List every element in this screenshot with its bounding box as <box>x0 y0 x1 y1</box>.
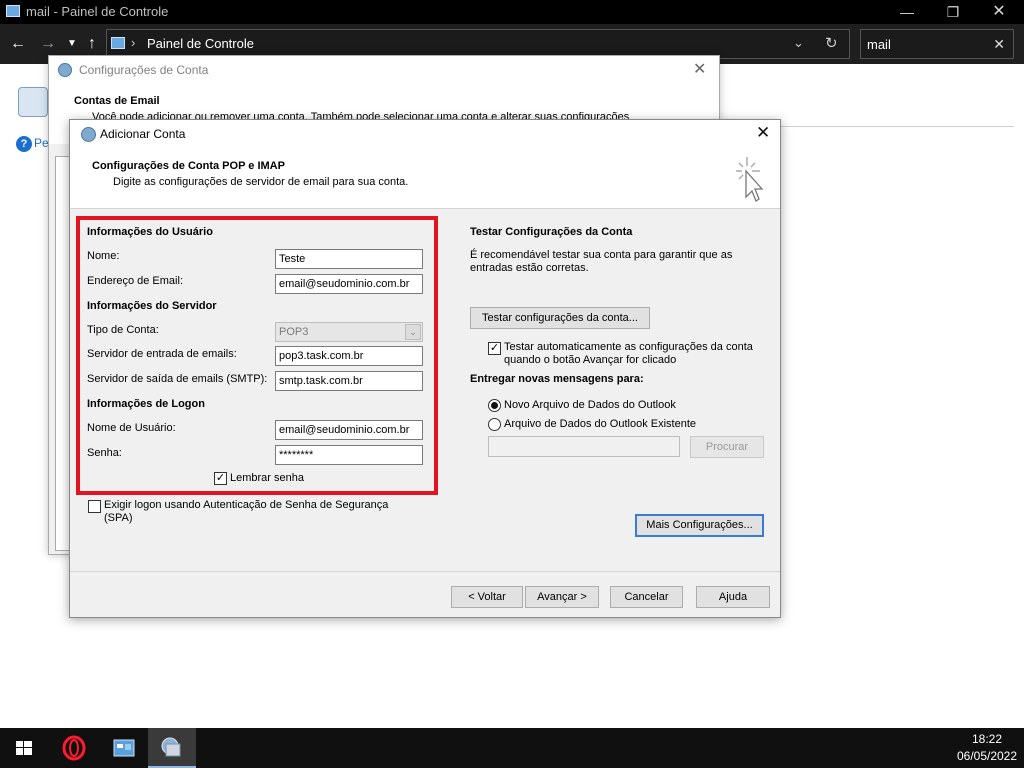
auto-test-checkbox[interactable]: ✓ <box>488 342 501 355</box>
refresh-icon[interactable]: ↻ <box>825 34 838 52</box>
new-data-file-radio[interactable] <box>488 399 501 412</box>
spa-checkbox[interactable] <box>88 500 101 513</box>
account-type-label: Tipo de Conta: <box>87 324 159 336</box>
dialog-titlebar: Adicionar Conta ✕ <box>70 120 780 149</box>
help-icon[interactable]: ? <box>16 136 32 152</box>
new-data-file-label[interactable]: Novo Arquivo de Dados do Outlook <box>504 399 676 411</box>
outgoing-server-label: Servidor de saída de emails (SMTP): <box>87 373 268 385</box>
close-window-button[interactable]: ✕ <box>976 0 1022 24</box>
system-clock[interactable]: 18:22 06/05/2022 <box>950 732 1024 763</box>
control-panel-icon <box>111 37 125 49</box>
search-input[interactable]: mail ✕ <box>860 29 1014 59</box>
next-button[interactable]: Avançar > <box>525 586 599 608</box>
account-settings-titlebar: Configurações de Conta ✕ <box>49 56 719 84</box>
mail-icon <box>161 737 181 757</box>
windows-logo-icon <box>16 741 32 755</box>
control-panel-window-title: mail - Painel de Controle <box>26 4 169 19</box>
incoming-server-field[interactable]: pop3.task.com.br <box>275 346 423 366</box>
account-settings-title: Configurações de Conta <box>79 63 209 77</box>
user-info-section: Informações do Usuário <box>87 226 213 238</box>
more-settings-button[interactable]: Mais Configurações... <box>635 514 764 537</box>
back-button[interactable]: < Voltar <box>451 586 523 608</box>
password-field[interactable]: ******** <box>275 445 423 465</box>
account-settings-heading: Contas de Email <box>74 95 160 107</box>
email-label: Endereço de Email: <box>87 275 183 287</box>
spa-label[interactable]: Exigir logon usando Autenticação de Senh… <box>104 499 414 525</box>
existing-data-file-radio[interactable] <box>488 418 501 431</box>
remember-password-checkbox[interactable]: ✓ <box>214 472 227 485</box>
start-button[interactable] <box>0 728 48 768</box>
dialog-title: Adicionar Conta <box>100 127 186 141</box>
back-arrow-icon[interactable]: ← <box>8 34 28 54</box>
outlook-globe-icon <box>81 127 96 142</box>
restore-button[interactable]: ❐ <box>930 0 976 24</box>
close-icon[interactable]: ✕ <box>693 59 706 79</box>
address-path[interactable]: Painel de Controle <box>147 36 254 51</box>
account-type-value: POP3 <box>279 326 309 338</box>
email-field[interactable]: email@seudominio.com.br <box>275 274 423 294</box>
test-account-button[interactable]: Testar configurações da conta... <box>470 307 650 329</box>
outlook-globe-icon <box>58 63 72 77</box>
control-panel-titlebar: mail - Painel de Controle — ❐ ✕ <box>0 0 1024 24</box>
taskbar-control-panel[interactable] <box>100 728 148 768</box>
logon-info-section: Informações de Logon <box>87 398 205 410</box>
up-arrow-icon[interactable]: ↑ <box>82 34 102 54</box>
dialog-heading: Configurações de Conta POP e IMAP <box>92 160 285 172</box>
help-button[interactable]: Ajuda <box>696 586 770 608</box>
dialog-header: Configurações de Conta POP e IMAP Digite… <box>70 149 780 209</box>
opera-icon <box>62 735 86 761</box>
test-settings-description: É recomendável testar sua conta para gar… <box>470 249 733 274</box>
dialog-description: Digite as configurações de servidor de e… <box>113 176 409 188</box>
taskbar-opera[interactable] <box>50 728 98 768</box>
clear-search-icon[interactable]: ✕ <box>993 36 1005 53</box>
name-label: Nome: <box>87 250 120 262</box>
clock-time: 18:22 <box>971 732 1003 746</box>
account-type-select[interactable]: POP3 ⌄ <box>275 322 423 342</box>
close-icon[interactable]: ✕ <box>756 123 770 143</box>
breadcrumb-chevron-icon: › <box>131 35 136 50</box>
name-field[interactable]: Teste <box>275 249 423 269</box>
username-label: Nome de Usuário: <box>87 422 176 434</box>
chevron-down-icon: ⌄ <box>405 324 421 340</box>
address-dropdown-icon[interactable]: ⌄ <box>793 35 804 51</box>
username-field[interactable]: email@seudominio.com.br <box>275 420 423 440</box>
auto-test-label[interactable]: Testar automaticamente as configurações … <box>504 341 774 367</box>
remember-password-label[interactable]: Lembrar senha <box>230 472 304 484</box>
deliver-section: Entregar novas mensagens para: <box>470 373 644 385</box>
add-account-dialog: Adicionar Conta ✕ Configurações de Conta… <box>69 119 781 618</box>
taskbar: 18:22 06/05/2022 <box>0 728 1024 768</box>
control-panel-app-icon <box>6 5 20 17</box>
existing-data-file-label[interactable]: Arquivo de Dados do Outlook Existente <box>504 418 696 430</box>
search-value[interactable]: mail <box>867 37 891 52</box>
forward-arrow-icon[interactable]: → <box>38 34 58 54</box>
wizard-cursor-icon <box>736 157 764 202</box>
incoming-server-label: Servidor de entrada de emails: <box>87 348 237 360</box>
control-panel-icon <box>113 739 135 757</box>
existing-data-file-path-input[interactable] <box>488 436 680 457</box>
server-info-section: Informações do Servidor <box>87 300 217 312</box>
mail-control-panel-icon[interactable] <box>18 87 48 117</box>
cancel-button[interactable]: Cancelar <box>610 586 683 608</box>
test-settings-section: Testar Configurações da Conta <box>470 226 633 238</box>
recent-locations-chevron-icon[interactable]: ▼ <box>62 34 82 54</box>
clock-date: 06/05/2022 <box>956 749 1018 763</box>
outgoing-server-field[interactable]: smtp.task.com.br <box>275 371 423 391</box>
password-label: Senha: <box>87 447 122 459</box>
taskbar-mail[interactable] <box>148 728 196 768</box>
minimize-button[interactable]: — <box>884 0 930 24</box>
browse-button[interactable]: Procurar <box>690 436 764 458</box>
footer-divider <box>70 571 780 572</box>
